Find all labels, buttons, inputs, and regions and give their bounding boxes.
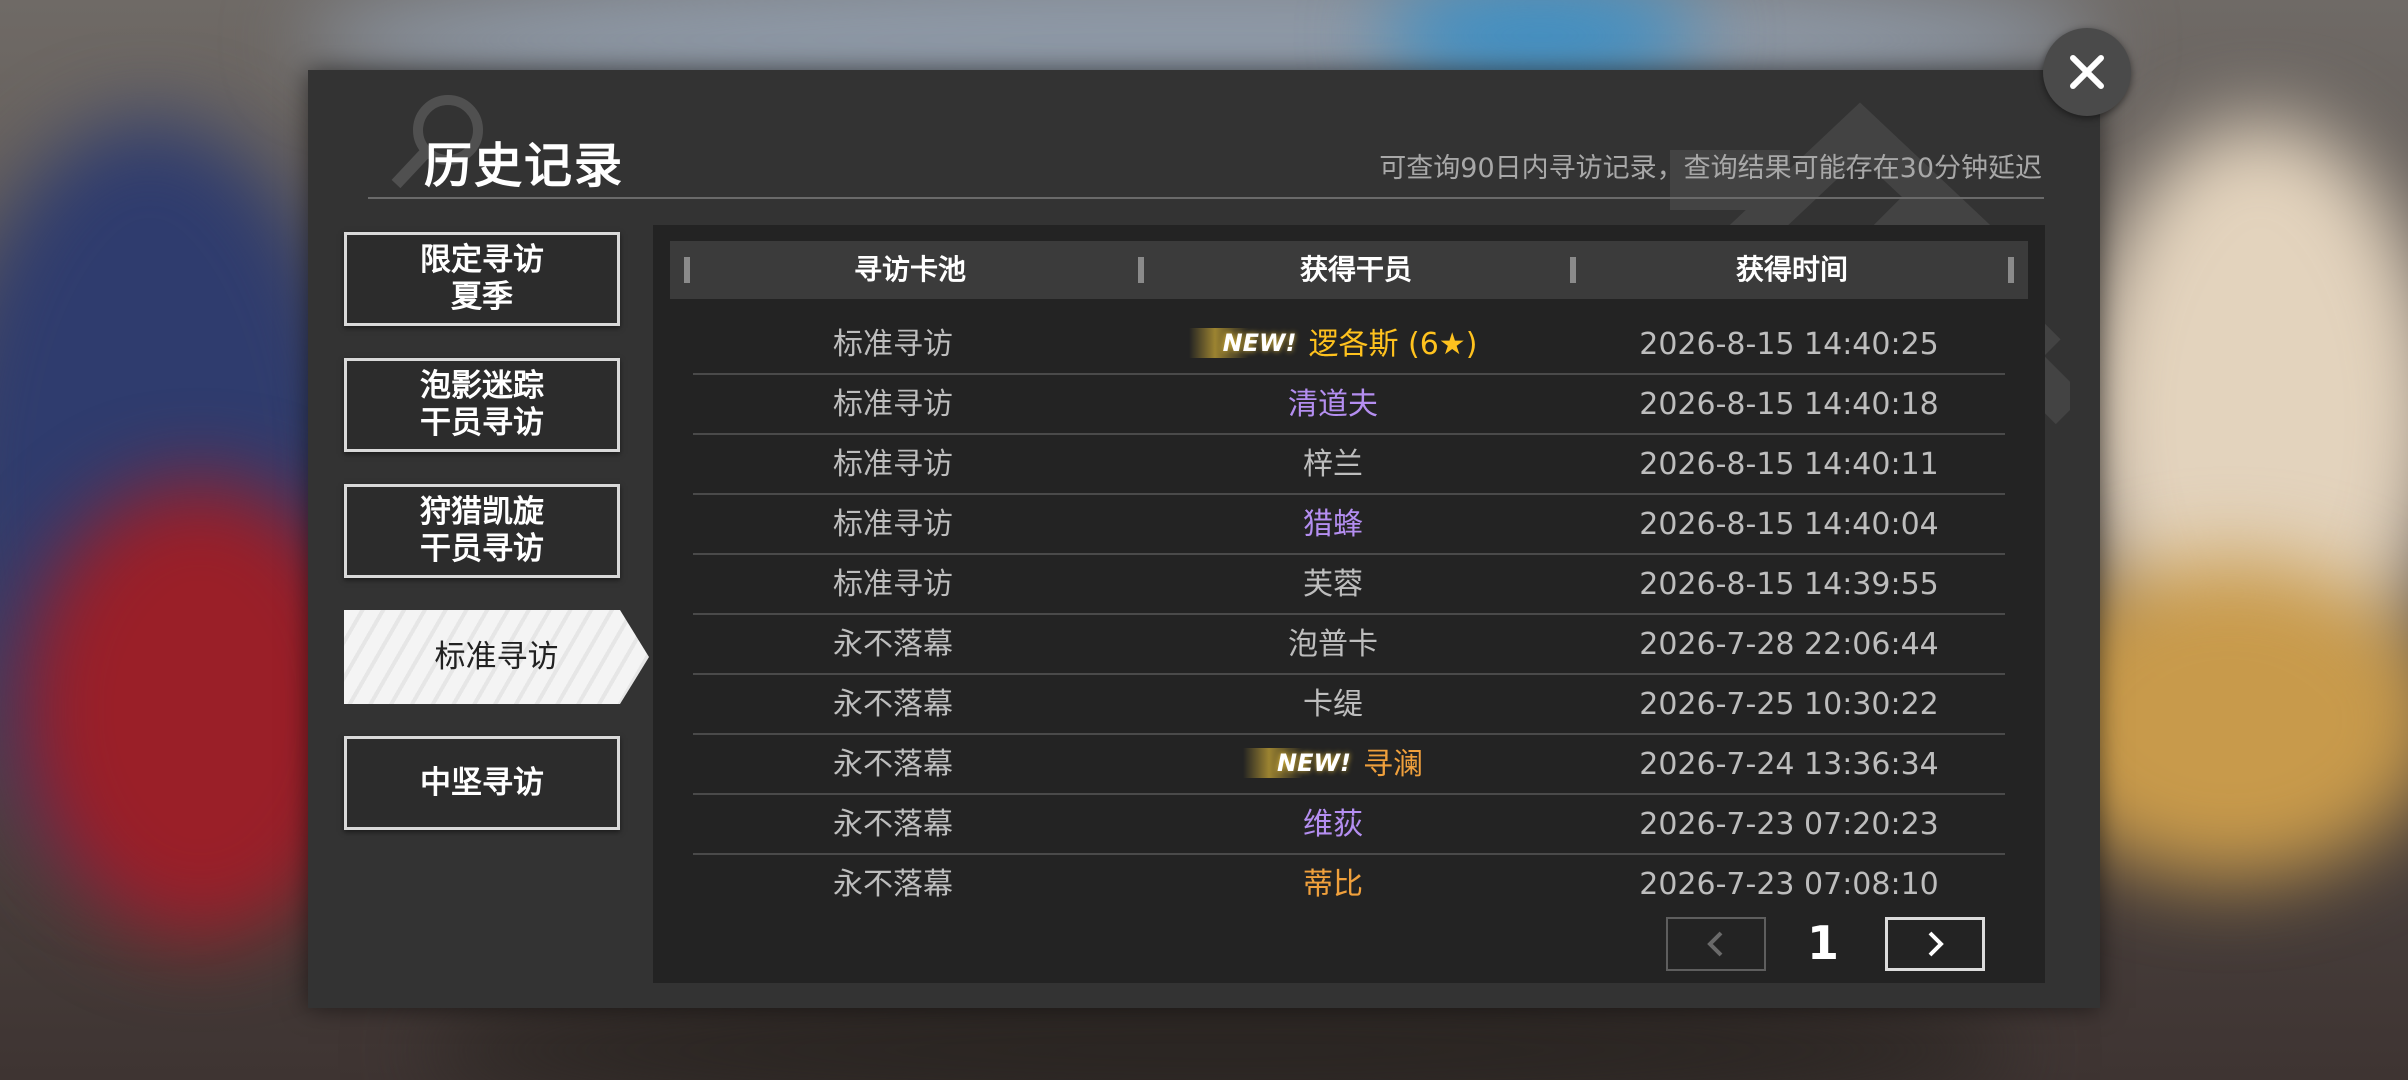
operator-name: 蒂比: [1303, 867, 1363, 902]
query-notice: 可查询90日内寻访记录，查询结果可能存在30分钟延迟: [1379, 153, 2042, 184]
operator-cell: 芙蓉: [1093, 555, 1573, 615]
sidebar-item-label: 泡影迷踪: [420, 368, 544, 404]
time-cell: 2026-7-25 10:30:22: [1639, 687, 1939, 722]
operator-name: 卡缇: [1303, 687, 1363, 722]
close-icon: [2070, 55, 2104, 89]
table-row: 标准寻访 芙蓉 2026-8-15 14:39:55: [693, 555, 2005, 615]
pool-cell: 永不落幕: [833, 867, 953, 902]
sidebar-item-label: 狩猎凯旋: [420, 494, 544, 530]
table-row: 永不落幕 NEW! 寻澜 2026-7-24 13:36:34: [693, 735, 2005, 795]
time-cell: 2026-8-15 14:40:04: [1639, 507, 1939, 542]
header-separator: [2008, 257, 2014, 283]
sidebar-item-bubble-trace[interactable]: 泡影迷踪 干员寻访: [344, 358, 620, 452]
time-cell: 2026-8-15 14:40:18: [1639, 387, 1939, 422]
operator-cell: 猎蜂: [1093, 495, 1573, 555]
close-button[interactable]: [2043, 28, 2131, 116]
sidebar-item-standard[interactable]: 标准寻访: [344, 610, 649, 704]
sidebar-item-label: 标准寻访: [434, 638, 559, 675]
page-number: 1: [1806, 916, 1839, 970]
time-cell: 2026-7-23 07:08:10: [1639, 867, 1939, 902]
time-cell: 2026-7-28 22:06:44: [1639, 627, 1939, 662]
history-dialog: 历史记录 可查询90日内寻访记录，查询结果可能存在30分钟延迟 限定寻访 夏季 …: [308, 70, 2100, 1008]
operator-name: 清道夫: [1288, 387, 1378, 422]
table-row: 标准寻访 NEW! 逻各斯 (6★) 2026-8-15 14:40:25: [693, 315, 2005, 375]
sidebar-item-limited-summer[interactable]: 限定寻访 夏季: [344, 232, 620, 326]
header-operator: 获得干员: [1299, 253, 1412, 286]
operator-name: 维荻: [1303, 807, 1363, 842]
operator-cell: 梓兰: [1093, 435, 1573, 495]
operator-name: 芙蓉: [1303, 567, 1363, 602]
time-cell: 2026-8-15 14:39:55: [1639, 567, 1939, 602]
time-cell: 2026-8-15 14:40:25: [1639, 327, 1939, 362]
sidebar-item-label: 中坚寻访: [420, 764, 544, 801]
table-header: 寻访卡池 获得干员 获得时间: [670, 241, 2028, 299]
operator-cell: NEW! 寻澜: [1093, 735, 1573, 795]
history-table: 寻访卡池 获得干员 获得时间 标准寻访 NEW! 逻各斯 (6★) 2026-8-15…: [653, 225, 2045, 983]
operator-cell: 蒂比: [1093, 855, 1573, 915]
operator-cell: 清道夫: [1093, 375, 1573, 435]
pool-cell: 标准寻访: [833, 387, 953, 422]
operator-cell: 卡缇: [1093, 675, 1573, 735]
title-divider: [368, 197, 2044, 199]
operator-cell: NEW! 逻各斯 (6★): [1093, 315, 1573, 375]
sidebar-item-sublabel: 夏季: [451, 279, 513, 315]
time-cell: 2026-7-24 13:36:34: [1639, 747, 1939, 782]
pool-cell: 标准寻访: [833, 327, 953, 362]
pool-cell: 标准寻访: [833, 507, 953, 542]
pool-cell: 标准寻访: [833, 447, 953, 482]
operator-name: 猎蜂: [1303, 507, 1363, 542]
sidebar-item-core[interactable]: 中坚寻访: [344, 736, 620, 830]
new-badge: NEW!: [1243, 748, 1357, 778]
operator-name: 寻澜: [1362, 747, 1423, 782]
pool-cell: 永不落幕: [833, 807, 953, 842]
pool-cell: 永不落幕: [833, 627, 953, 662]
pool-cell: 永不落幕: [833, 747, 953, 782]
table-row: 永不落幕 蒂比 2026-7-23 07:08:10: [693, 855, 2005, 915]
sidebar-item-label: 限定寻访: [420, 242, 544, 278]
prev-page-button[interactable]: [1666, 917, 1766, 971]
operator-name: 梓兰: [1303, 447, 1363, 482]
page-title: 历史记录: [424, 138, 625, 194]
time-cell: 2026-7-23 07:20:23: [1639, 807, 1939, 842]
table-row: 标准寻访 清道夫 2026-8-15 14:40:18: [693, 375, 2005, 435]
pool-cell: 标准寻访: [833, 567, 953, 602]
sidebar-item-sublabel: 干员寻访: [420, 531, 544, 567]
table-row: 标准寻访 梓兰 2026-8-15 14:40:11: [693, 435, 2005, 495]
next-page-button[interactable]: [1885, 917, 1985, 971]
pool-cell: 永不落幕: [833, 687, 953, 722]
time-cell: 2026-8-15 14:40:11: [1639, 447, 1939, 482]
table-row: 永不落幕 泡普卡 2026-7-28 22:06:44: [693, 615, 2005, 675]
chevron-right-icon: [1928, 931, 1944, 957]
chevron-left-icon: [1707, 931, 1723, 957]
operator-cell: 维荻: [1093, 795, 1573, 855]
sidebar-item-hunting-triumph[interactable]: 狩猎凯旋 干员寻访: [344, 484, 620, 578]
operator-cell: 泡普卡: [1093, 615, 1573, 675]
table-row: 永不落幕 维荻 2026-7-23 07:20:23: [693, 795, 2005, 855]
sidebar-item-sublabel: 干员寻访: [420, 405, 544, 441]
table-row: 永不落幕 卡缇 2026-7-25 10:30:22: [693, 675, 2005, 735]
header-pool: 寻访卡池: [853, 253, 966, 286]
header-time: 获得时间: [1735, 253, 1848, 286]
operator-name: 逻各斯 (6★): [1308, 327, 1478, 362]
operator-name: 泡普卡: [1288, 627, 1378, 662]
new-badge: NEW!: [1188, 328, 1303, 358]
table-row: 标准寻访 猎蜂 2026-8-15 14:40:04: [693, 495, 2005, 555]
